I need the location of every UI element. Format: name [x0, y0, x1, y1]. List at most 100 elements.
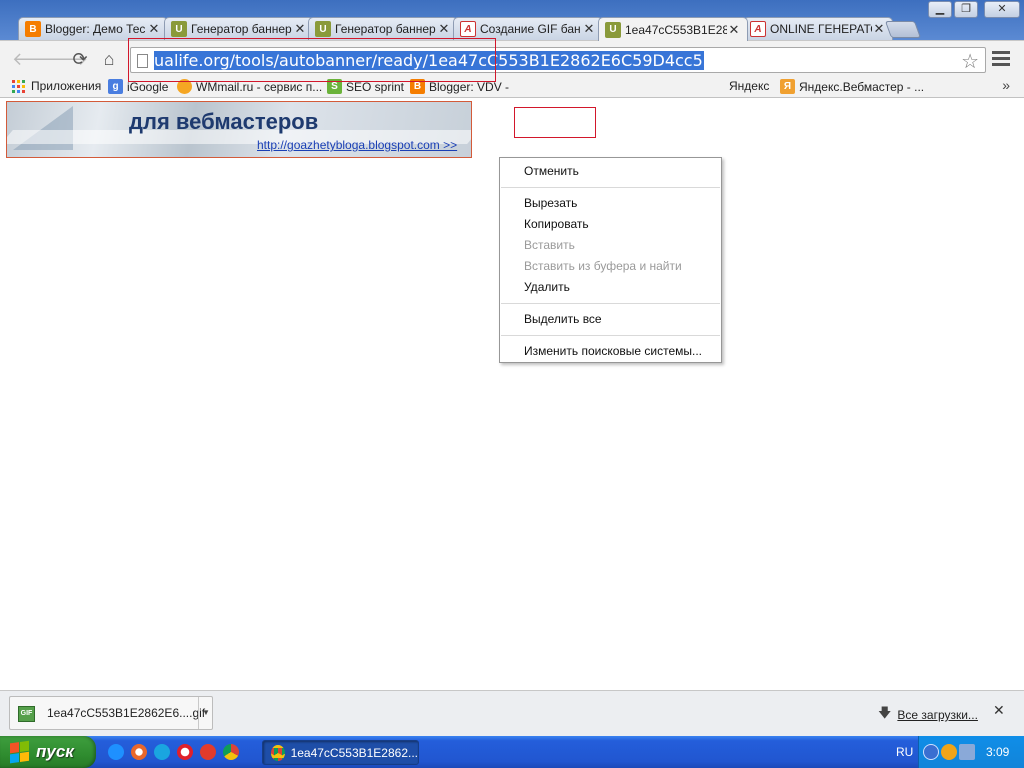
banner-title: для вебмастеров: [129, 109, 319, 134]
ualife-icon: U: [315, 21, 331, 37]
all-downloads-label: Все загрузки...: [897, 708, 978, 722]
bookmark-wmmail[interactable]: WMmail.ru - сервис п...: [177, 79, 322, 94]
bookmark-label: WMmail.ru - сервис п...: [196, 79, 323, 94]
tab-strip: B Blogger: Демо Тес ✕ U Генератор баннер…: [0, 0, 1024, 41]
chrome-icon[interactable]: [223, 744, 239, 760]
window-close-button[interactable]: ✕: [984, 1, 1020, 18]
menu-item-paste: Вставить: [524, 238, 575, 252]
wmmail-icon: [177, 79, 192, 94]
taskbar-task-title: 1ea47cC553B1E2862...: [290, 745, 418, 760]
menu-separator: [501, 335, 720, 336]
forward-arrow-icon[interactable]: 🡒: [40, 49, 88, 69]
apps-grid-icon: [12, 79, 25, 93]
bookmark-label: Приложения: [31, 79, 102, 93]
close-tab-icon[interactable]: ✕: [727, 22, 741, 38]
skype-icon[interactable]: [154, 744, 170, 760]
chrome-menu-icon[interactable]: [992, 51, 1010, 67]
menu-item-delete[interactable]: Удалить: [500, 277, 721, 298]
download-arrow-icon: 🡇: [878, 705, 892, 720]
bookmark-yandex-webmaster[interactable]: Я Яндекс.Вебмастер - ...: [780, 79, 924, 94]
close-tab-icon[interactable]: ✕: [147, 21, 161, 37]
google-g-icon: g: [108, 79, 123, 94]
seosprint-icon: S: [327, 79, 342, 94]
bookmark-star-icon[interactable]: ☆: [961, 49, 979, 74]
bookmark-apps[interactable]: Приложения: [12, 79, 101, 93]
home-icon[interactable]: ⌂: [99, 49, 119, 69]
tab-active-gif[interactable]: U 1ea47cC553B1E28 ✕: [598, 17, 748, 41]
tab-blogger[interactable]: B Blogger: Демо Тес ✕: [18, 17, 168, 40]
tab-title: Генератор баннер: [191, 22, 292, 36]
tray-app-icon[interactable]: [941, 744, 957, 760]
bookmark-seosprint[interactable]: S SEO sprint: [327, 79, 404, 94]
ie-icon[interactable]: [108, 744, 124, 760]
download-file-name: 1ea47cC553B1E2862E6....gif: [47, 706, 206, 720]
bookmark-label: Яндекс: [729, 79, 770, 93]
bookmark-label: Blogger: VDV -: [429, 79, 510, 94]
menu-item-cut[interactable]: Вырезать: [500, 193, 721, 214]
maximize-button[interactable]: ❐: [954, 1, 978, 18]
download-shelf: GIF 1ea47cC553B1E2862E6....gif ▼ 🡇 Все з…: [0, 690, 1024, 736]
gif-file-icon: GIF: [18, 706, 35, 722]
minimize-button[interactable]: ▁: [928, 1, 952, 18]
menu-item-edit-search-engines[interactable]: Изменить поисковые системы...: [500, 341, 721, 362]
reload-icon[interactable]: ⟳: [70, 49, 90, 69]
bookmark-label: Яндекс.Вебмастер - ...: [799, 79, 925, 94]
opera-icon[interactable]: [177, 744, 193, 760]
gif-banner-image[interactable]: для вебмастеров http://goazhetybloga.blo…: [6, 101, 472, 158]
taskbar-button-chrome[interactable]: 1ea47cC553B1E2862...: [262, 740, 419, 765]
address-bar[interactable]: ualife.org/tools/autobanner/ready/1ea47c…: [130, 47, 986, 73]
adobe-a-icon: A: [460, 21, 476, 37]
chrome-icon: [271, 744, 285, 761]
all-downloads-link[interactable]: 🡇 Все загрузки...: [878, 704, 978, 726]
page-icon: [137, 54, 148, 68]
yandex-browser-icon[interactable]: [200, 744, 216, 760]
back-tray-icon[interactable]: [923, 744, 939, 760]
close-icon[interactable]: ✕: [993, 702, 1005, 719]
new-tab-button[interactable]: [884, 21, 922, 38]
windows-flag-icon: [10, 740, 30, 764]
menu-separator: [501, 303, 720, 304]
blogger-icon: B: [410, 79, 425, 94]
bookmark-igoogle[interactable]: g iGoogle: [108, 79, 168, 94]
start-button[interactable]: пуск: [0, 736, 96, 768]
url-text[interactable]: ualife.org/tools/autobanner/ready/1ea47c…: [154, 51, 704, 71]
banner-link[interactable]: http://goazhetybloga.blogspot.com >>: [257, 138, 457, 152]
clock[interactable]: 3:09: [986, 745, 1009, 759]
download-item[interactable]: GIF 1ea47cC553B1E2862E6....gif ▼: [9, 696, 213, 730]
tab-generator-1[interactable]: U Генератор баннер ✕: [164, 17, 314, 40]
tab-title: Создание GIF бан: [480, 22, 581, 36]
bookmark-blogger-vdv[interactable]: B Blogger: VDV -: [410, 79, 509, 94]
close-tab-icon[interactable]: ✕: [872, 21, 886, 37]
chevron-down-icon[interactable]: ▼: [198, 697, 213, 729]
start-label: пуск: [36, 742, 74, 761]
menu-item-copy[interactable]: Копировать: [500, 214, 721, 235]
ualife-icon: U: [171, 21, 187, 37]
adobe-a-icon: A: [750, 21, 766, 37]
bookmark-label: SEO sprint: [346, 79, 405, 94]
close-tab-icon[interactable]: ✕: [293, 21, 307, 37]
firefox-icon[interactable]: [131, 744, 147, 760]
ualife-icon: U: [605, 21, 621, 38]
bookmarks-bar: Приложения g iGoogle WMmail.ru - сервис …: [0, 76, 1024, 98]
tab-title: Blogger: Демо Тес: [45, 22, 146, 36]
close-tab-icon[interactable]: ✕: [582, 21, 596, 37]
tab-title: 1ea47cC553B1E28: [625, 22, 727, 37]
back-arrow-icon[interactable]: 🡐: [12, 49, 60, 69]
menu-separator: [501, 187, 720, 188]
page-content: для вебмастеров http://goazhetybloga.blo…: [0, 99, 1024, 690]
tab-title: Генератор баннер: [335, 22, 436, 36]
tab-online-generator[interactable]: A ONLINE ГЕНЕРАТО ✕: [743, 17, 893, 40]
language-indicator[interactable]: RU: [896, 745, 913, 759]
menu-item-select-all[interactable]: Выделить все: [500, 309, 721, 330]
blogger-icon: B: [25, 21, 41, 37]
menu-item-paste-and-search: Вставить из буфера и найти: [524, 259, 682, 273]
browser-toolbar: 🡐 🡒 ⟳ ⌂ ualife.org/tools/autobanner/read…: [0, 40, 1024, 76]
bookmark-yandex[interactable]: Яндекс: [729, 79, 769, 93]
tab-gif-creation[interactable]: A Создание GIF бан ✕: [453, 17, 603, 40]
close-tab-icon[interactable]: ✕: [437, 21, 451, 37]
bookmarks-overflow-chevron-icon[interactable]: »: [1002, 77, 1010, 93]
yandex-webmaster-icon: Я: [780, 79, 795, 94]
tab-generator-2[interactable]: U Генератор баннер ✕: [308, 17, 458, 40]
network-icon[interactable]: [959, 744, 975, 760]
menu-item-undo[interactable]: Отменить: [500, 161, 721, 182]
